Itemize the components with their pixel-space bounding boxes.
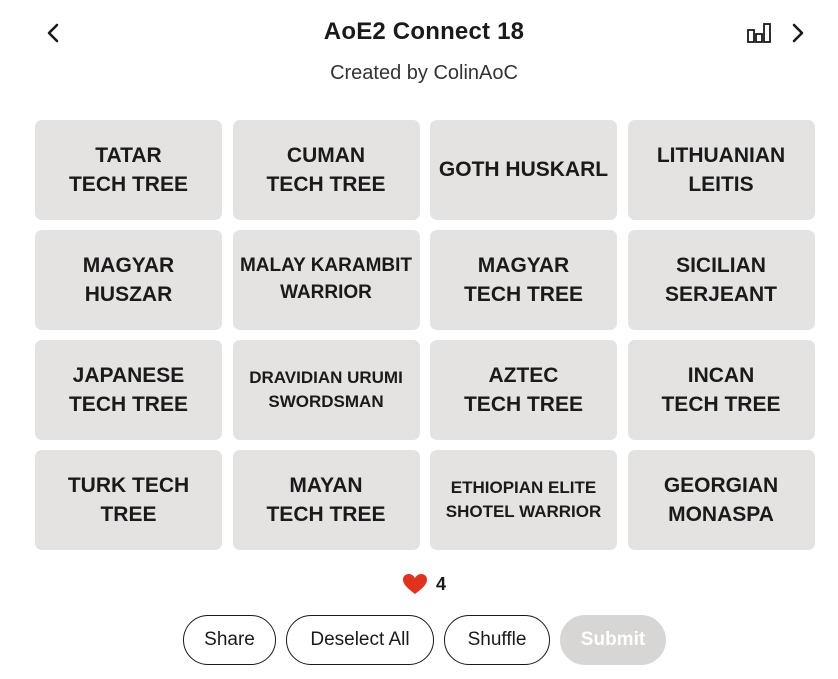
action-bar: Share Deselect All Shuffle Submit (183, 615, 666, 665)
page-title: AoE2 Connect 18 (323, 18, 525, 45)
next-puzzle-button[interactable] (783, 18, 813, 48)
word-tile[interactable]: MAYAN TECH TREE (232, 450, 420, 550)
word-tile[interactable]: GEORGIAN MONASPA (627, 450, 815, 550)
heart-icon (402, 574, 427, 594)
word-tile[interactable]: TURK TECH TREE (35, 450, 222, 550)
page-subtitle: Created by ColinAoC (330, 62, 518, 84)
word-tile[interactable]: AZTEC TECH TREE (430, 340, 617, 440)
word-tile[interactable]: CUMAN TECH TREE (232, 120, 420, 220)
share-button[interactable]: Share (183, 615, 276, 665)
shuffle-button[interactable]: Shuffle (444, 615, 550, 665)
deselect-all-button[interactable]: Deselect All (286, 615, 434, 665)
chevron-right-icon (792, 23, 804, 43)
word-tile[interactable]: JAPANESE TECH TREE (35, 340, 222, 440)
word-tile[interactable]: MALAY KARAMBIT WARRIOR (232, 230, 420, 330)
word-tile[interactable]: INCAN TECH TREE (627, 340, 815, 440)
word-tile[interactable]: GOTH HUSKARL (430, 120, 617, 220)
stats-button[interactable] (745, 18, 775, 48)
word-tile[interactable]: TATAR TECH TREE (35, 120, 222, 220)
word-tile[interactable]: LITHUANIAN LEITIS (627, 120, 815, 220)
word-tile[interactable]: SICILIAN SERJEANT (627, 230, 815, 330)
puzzle-header: AoE2 Connect 18 Created by ColinAoC (0, 0, 838, 100)
lives-indicator: 4 (0, 573, 838, 595)
word-tile[interactable]: MAGYAR HUSZAR (35, 230, 222, 330)
submit-button[interactable]: Submit (560, 615, 666, 665)
word-tile[interactable]: DRAVIDIAN URUMI SWORDSMAN (232, 340, 420, 440)
word-grid: TATAR TECH TREE CUMAN TECH TREE GOTH HUSKA… (35, 120, 815, 550)
word-tile[interactable]: ETHIOPIAN ELITE SHOTEL WARRIOR (430, 450, 617, 550)
word-tile[interactable]: MAGYAR TECH TREE (430, 230, 617, 330)
bar-chart-icon (747, 23, 771, 43)
lives-count: 4 (435, 573, 446, 594)
